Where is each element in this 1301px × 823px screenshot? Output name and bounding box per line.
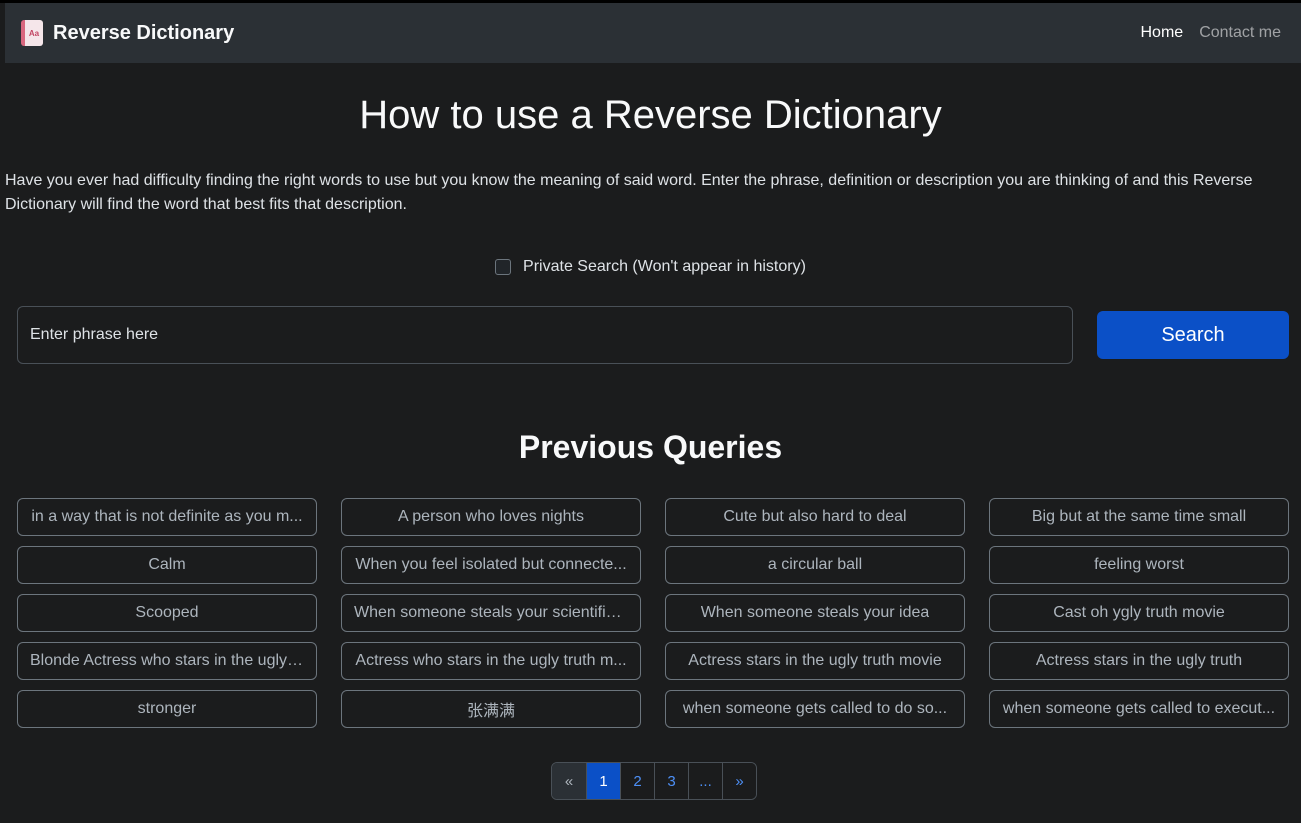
- previous-query-label: when someone gets called to execut...: [1002, 700, 1276, 717]
- brand[interactable]: Aa Reverse Dictionary: [21, 20, 234, 46]
- private-search-checkbox[interactable]: [495, 259, 512, 275]
- intro-text: Have you ever had difficulty finding the…: [5, 172, 1253, 213]
- previous-query-button[interactable]: a circular ball: [665, 546, 965, 584]
- previous-query-button[interactable]: Calm: [17, 546, 317, 584]
- page-title: How to use a Reverse Dictionary: [359, 93, 942, 137]
- previous-query-button[interactable]: when someone gets called to do so...: [665, 690, 965, 728]
- previous-query-button[interactable]: Cast oh ygly truth movie: [989, 594, 1289, 632]
- nav-home-link[interactable]: Home: [1141, 24, 1184, 42]
- previous-query-label: Actress who stars in the ugly truth m...: [355, 652, 627, 669]
- previous-query-label: in a way that is not definite as you m..…: [31, 508, 303, 525]
- previous-query-label: when someone gets called to do so...: [682, 700, 948, 717]
- previous-query-button[interactable]: Scooped: [17, 594, 317, 632]
- previous-query-label: stronger: [137, 700, 197, 717]
- dictionary-icon: Aa: [21, 20, 43, 46]
- previous-query-label: Actress stars in the ugly truth movie: [688, 652, 942, 669]
- page-ellipsis-button[interactable]: ...: [688, 763, 722, 799]
- page-number-button[interactable]: 1: [586, 763, 620, 799]
- pagination: «1 2 3...»: [551, 762, 757, 800]
- previous-query-label: Cast oh ygly truth movie: [1053, 604, 1225, 621]
- previous-query-button[interactable]: Big but at the same time small: [989, 498, 1289, 536]
- nav-links: Home Contact me: [1141, 24, 1282, 42]
- previous-query-button[interactable]: Actress who stars in the ugly truth m...: [341, 642, 641, 680]
- previous-query-button[interactable]: When someone steals your scientific ...: [341, 594, 641, 632]
- page-number-button[interactable]: 2: [620, 763, 654, 799]
- previous-query-button[interactable]: Cute but also hard to deal: [665, 498, 965, 536]
- previous-query-button[interactable]: Blonde Actress who stars in the ugly ...: [17, 642, 317, 680]
- previous-query-button[interactable]: stronger: [17, 690, 317, 728]
- previous-query-label: When someone steals your scientific ...: [354, 604, 628, 621]
- previous-query-button[interactable]: When you feel isolated but connecte...: [341, 546, 641, 584]
- nav-contact-link[interactable]: Contact me: [1199, 24, 1281, 42]
- navbar: Aa Reverse Dictionary Home Contact me: [5, 3, 1301, 63]
- previous-query-label: When someone steals your idea: [700, 604, 930, 621]
- previous-queries-title: Previous Queries: [518, 429, 783, 465]
- previous-query-label: feeling worst: [1094, 556, 1184, 573]
- previous-query-label: A person who loves nights: [398, 508, 584, 525]
- page-number-button[interactable]: 3: [654, 763, 688, 799]
- previous-query-label: When you feel isolated but connecte...: [355, 556, 627, 573]
- previous-query-button[interactable]: feeling worst: [989, 546, 1289, 584]
- previous-query-label: Actress stars in the ugly truth: [1035, 652, 1243, 669]
- search-button[interactable]: Search: [1097, 311, 1289, 359]
- previous-queries-grid: in a way that is not definite as you m..…: [17, 498, 1289, 728]
- previous-query-label: Calm: [148, 556, 186, 573]
- private-search-row: Private Search (Won't appear in history): [0, 258, 1301, 276]
- previous-query-label: 张满满: [466, 703, 515, 720]
- previous-query-button[interactable]: When someone steals your idea: [665, 594, 965, 632]
- previous-query-button[interactable]: Actress stars in the ugly truth: [989, 642, 1289, 680]
- previous-page-button[interactable]: «: [552, 763, 586, 799]
- previous-query-label: a circular ball: [767, 556, 863, 573]
- page: Aa Reverse Dictionary Home Contact me Ho…: [0, 0, 1301, 823]
- previous-query-button[interactable]: Actress stars in the ugly truth movie: [665, 642, 965, 680]
- private-search-label[interactable]: Private Search (Won't appear in history): [523, 258, 806, 276]
- next-page-button[interactable]: »: [722, 763, 756, 799]
- search-input[interactable]: [17, 306, 1073, 364]
- previous-query-label: Cute but also hard to deal: [723, 508, 907, 525]
- brand-name: Reverse Dictionary: [53, 21, 235, 44]
- previous-query-button[interactable]: 张满满: [341, 690, 641, 728]
- previous-query-label: Big but at the same time small: [1031, 508, 1247, 525]
- previous-query-button[interactable]: in a way that is not definite as you m..…: [17, 498, 317, 536]
- previous-query-label: Scooped: [135, 604, 199, 621]
- previous-query-label: Blonde Actress who stars in the ugly ...: [30, 652, 304, 669]
- previous-query-button[interactable]: when someone gets called to execut...: [989, 690, 1289, 728]
- previous-query-button[interactable]: A person who loves nights: [341, 498, 641, 536]
